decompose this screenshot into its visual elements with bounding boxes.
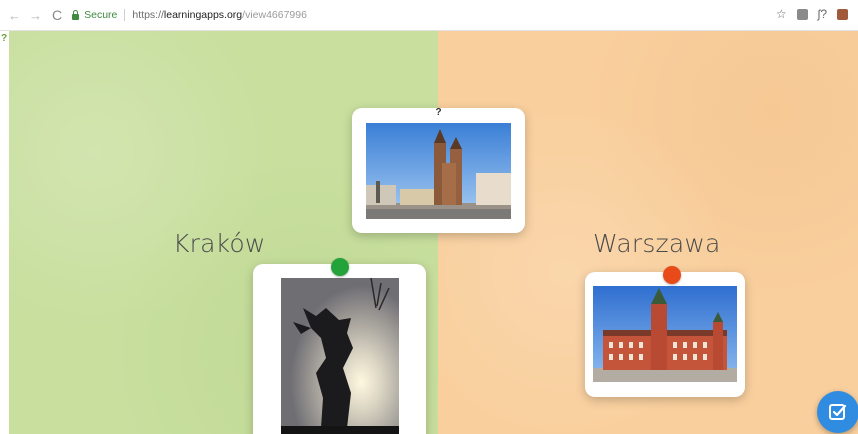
card-question-marker: ? [435,107,442,118]
placed-card-royal-castle[interactable] [585,272,745,397]
extension-icon[interactable]: ʃ? [818,7,827,21]
lock-icon [72,9,80,20]
photo-royal-castle-warsaw [593,286,737,382]
page-margin [0,31,9,434]
secure-label: Secure [84,9,118,21]
help-icon[interactable]: ? [1,33,7,44]
address-separator [124,9,126,21]
reload-icon[interactable]: C [52,7,62,23]
zone-label-warszawa: Warszawa [593,229,721,258]
checkbox-check-icon [829,404,847,420]
sorting-game-area: Kraków Warszawa ? [9,31,858,434]
forward-icon[interactable]: → [29,9,42,22]
extension-icon[interactable] [796,8,808,20]
check-answers-button[interactable] [817,391,858,433]
address-bar[interactable]: Secure https://learningapps.org/view4667… [72,5,307,25]
back-icon[interactable]: ← [8,9,21,22]
extension-icon[interactable] [837,8,848,20]
pin-incorrect-icon [663,266,681,284]
url-scheme: https:// [132,9,164,21]
toolbar-right-icons: ☆ ʃ? [776,7,848,21]
url-text: https://learningapps.org/view4667996 [132,9,307,21]
browser-toolbar: ← → C Secure https://learningapps.org/vi… [0,0,858,31]
photo-mariacki-church [366,123,511,219]
photo-wawel-dragon [281,278,399,434]
placed-card-dragon[interactable] [253,264,426,434]
zone-label-krakow: Kraków [173,229,266,258]
url-host: learningapps.org [163,9,243,21]
draggable-card-question[interactable]: ? [352,107,525,233]
pin-correct-icon [331,258,349,276]
url-path: /view4667996 [242,9,307,21]
star-icon[interactable]: ☆ [776,7,787,21]
